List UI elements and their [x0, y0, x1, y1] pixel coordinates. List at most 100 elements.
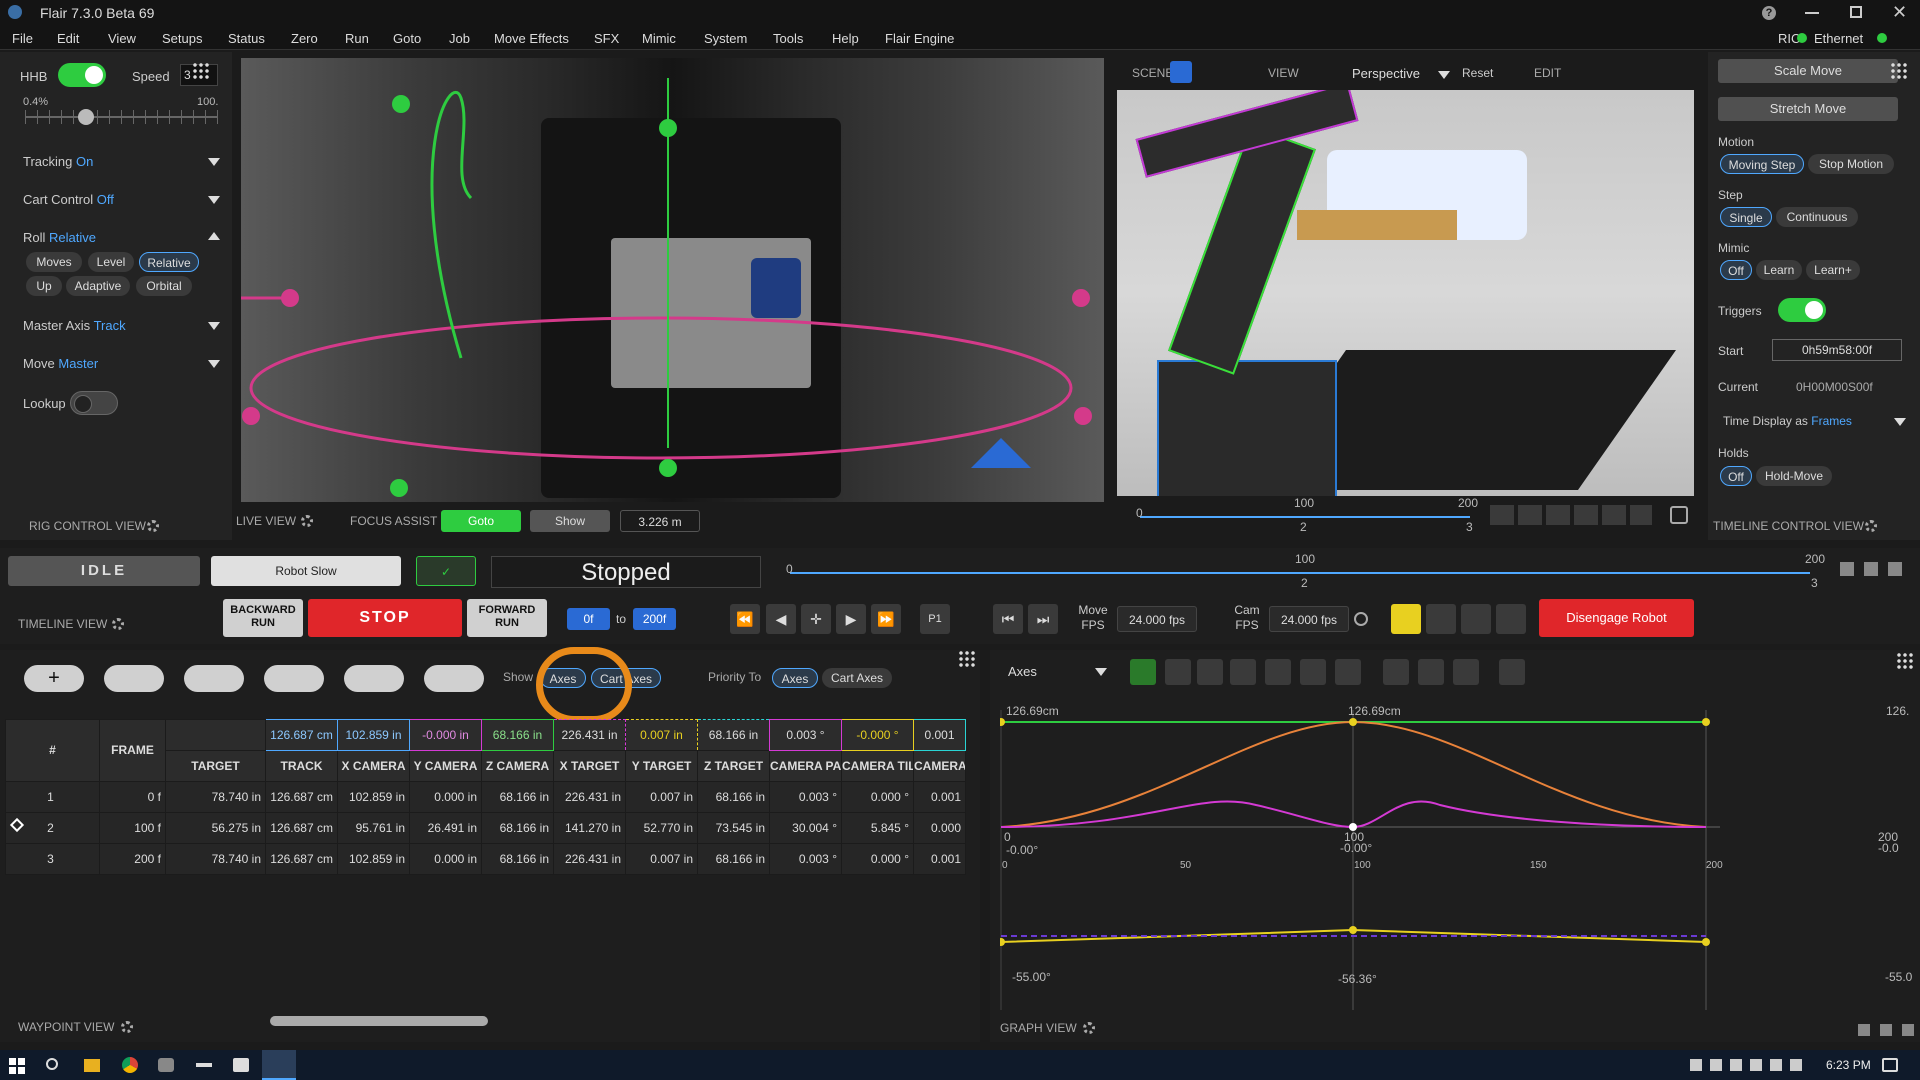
range-end-field[interactable]: 200f: [633, 608, 676, 630]
goto-button[interactable]: Goto: [441, 510, 521, 532]
stop-button[interactable]: STOP: [308, 599, 462, 637]
graph-tool-4-icon[interactable]: [1335, 659, 1361, 685]
time-display-dropdown-icon[interactable]: [1894, 418, 1906, 426]
row-cell[interactable]: 0.007 in: [625, 843, 698, 875]
rewind-icon[interactable]: ⏪: [730, 604, 760, 634]
skip-end-icon[interactable]: ⏭: [1028, 604, 1058, 634]
row-cell[interactable]: 68.166 in: [481, 843, 554, 875]
row-cell[interactable]: 0.000 in: [409, 781, 482, 813]
table-row[interactable]: 3 200 f 78.740 in 126.687 cm 102.859 in 0.000…: [5, 843, 966, 875]
save-icon[interactable]: [1496, 604, 1526, 634]
live-view-gear-icon[interactable]: [301, 515, 313, 527]
close-icon[interactable]: ✕: [1892, 2, 1907, 23]
layers-icon[interactable]: [1170, 61, 1192, 83]
menu-goto[interactable]: Goto: [393, 31, 421, 46]
menu-flair-engine[interactable]: Flair Engine: [885, 31, 954, 46]
system-tray-icons[interactable]: [1690, 1059, 1810, 1071]
backward-run-button[interactable]: BACKWARD RUN: [223, 599, 303, 637]
timeline-control-gear-icon[interactable]: [1865, 520, 1877, 532]
row-cell[interactable]: 0.000: [913, 812, 966, 844]
robot-slow-button[interactable]: Robot Slow: [211, 556, 401, 586]
menu-view[interactable]: View: [108, 31, 136, 46]
triggers-toggle[interactable]: [1778, 298, 1826, 322]
menu-edit[interactable]: Edit: [57, 31, 79, 46]
speed-grid-icon[interactable]: [192, 62, 210, 80]
flair-app-icon[interactable]: [262, 1050, 296, 1080]
row-cell[interactable]: 68.166 in: [481, 781, 554, 813]
row-cell[interactable]: 141.270 in: [553, 812, 626, 844]
table-row[interactable]: 2 100 f 56.275 in 126.687 cm 95.761 in 26.491…: [5, 812, 966, 844]
roll-option-level[interactable]: Level: [88, 252, 134, 272]
graph-axes-dropdown[interactable]: Axes: [1008, 661, 1108, 683]
x-camera-head-value[interactable]: 102.859 in: [337, 719, 410, 751]
mimic-learn-option[interactable]: Learn: [1756, 260, 1802, 280]
menu-help[interactable]: Help: [832, 31, 859, 46]
row-cell[interactable]: 0.007 in: [625, 781, 698, 813]
priority-axes-option[interactable]: Axes: [772, 668, 818, 688]
menu-move-effects[interactable]: Move Effects: [494, 31, 569, 46]
menu-file[interactable]: File: [12, 31, 33, 46]
disengage-robot-button[interactable]: Disengage Robot: [1539, 599, 1694, 637]
holds-off-option[interactable]: Off: [1720, 466, 1752, 486]
app-icon-2[interactable]: [196, 1063, 212, 1067]
move-fps-field[interactable]: 24.000 fps: [1117, 606, 1197, 632]
menu-zero[interactable]: Zero: [291, 31, 318, 46]
graph-axes-dropdown-icon[interactable]: [1095, 668, 1107, 676]
z-target-head-value[interactable]: 68.166 in: [697, 719, 770, 751]
row-cell[interactable]: 226.431 in: [553, 781, 626, 813]
roll-option-moves[interactable]: Moves: [26, 252, 82, 272]
scene-transport-icons[interactable]: [1490, 505, 1652, 525]
camera-roll-head-value[interactable]: 0.001: [913, 719, 966, 751]
camera-pan-head-value[interactable]: 0.003 °: [769, 719, 842, 751]
skip-start-icon[interactable]: ⏮: [993, 604, 1023, 634]
camera-tilt-head-value[interactable]: -0.000 °: [841, 719, 914, 751]
main-timeline[interactable]: 0 100 200 2 3: [786, 548, 1825, 593]
row-cell[interactable]: 30.004 °: [769, 812, 842, 844]
menu-tools[interactable]: Tools: [773, 31, 803, 46]
row-cell[interactable]: 126.687 cm: [265, 812, 338, 844]
roll-option-adaptive[interactable]: Adaptive: [66, 276, 130, 296]
track-head-value[interactable]: 126.687 cm: [265, 719, 338, 751]
roll-collapse-icon[interactable]: [208, 232, 220, 240]
perspective-dropdown-icon[interactable]: [1438, 71, 1450, 79]
perspective-dropdown[interactable]: Perspective: [1352, 63, 1452, 85]
master-axis-dropdown-icon[interactable]: [208, 322, 220, 330]
minimize-icon[interactable]: [1805, 12, 1819, 14]
curve-smooth-icon[interactable]: [1130, 659, 1156, 685]
z-camera-head-value[interactable]: 68.166 in: [481, 719, 554, 751]
graph-canvas[interactable]: [1000, 710, 1910, 1010]
app-icon-3[interactable]: [233, 1058, 249, 1072]
row-cell[interactable]: 52.770 in: [625, 812, 698, 844]
mimic-learn-plus-option[interactable]: Learn+: [1806, 260, 1860, 280]
graph-zoom-icons[interactable]: [1858, 1024, 1914, 1036]
row-cell[interactable]: 102.859 in: [337, 781, 410, 813]
row-cell[interactable]: 56.275 in: [165, 812, 266, 844]
row-cell[interactable]: 0.000 °: [841, 781, 914, 813]
range-start-field[interactable]: 0f: [567, 608, 610, 630]
mimic-off-option[interactable]: Off: [1720, 260, 1752, 280]
menu-status[interactable]: Status: [228, 31, 265, 46]
row-cell[interactable]: 78.740 in: [165, 781, 266, 813]
row-cell[interactable]: 68.166 in: [481, 812, 554, 844]
row-cell[interactable]: 126.687 cm: [265, 843, 338, 875]
graph-view-gear-icon[interactable]: [1083, 1022, 1095, 1034]
row-cell[interactable]: 68.166 in: [697, 781, 770, 813]
move-dropdown-icon[interactable]: [208, 360, 220, 368]
graph-tool-3-icon[interactable]: [1300, 659, 1326, 685]
center-icon[interactable]: ✛: [801, 604, 831, 634]
p1-button[interactable]: P1: [920, 604, 950, 634]
scene-record-icon[interactable]: [1670, 506, 1688, 524]
waypoint-scrollbar[interactable]: [270, 1016, 488, 1026]
row-cell[interactable]: 0.000 in: [409, 843, 482, 875]
graph-table-icon[interactable]: [1499, 659, 1525, 685]
row-cell[interactable]: 68.166 in: [697, 843, 770, 875]
curve-linear-icon[interactable]: [1197, 659, 1223, 685]
delete-waypoint-button[interactable]: [424, 665, 484, 692]
row-cell[interactable]: 102.859 in: [337, 843, 410, 875]
row-cell[interactable]: 5.845 °: [841, 812, 914, 844]
reset-button[interactable]: Reset: [1462, 66, 1493, 80]
roll-option-orbital[interactable]: Orbital: [136, 276, 192, 296]
row-cell[interactable]: 73.545 in: [697, 812, 770, 844]
fit-all-icon[interactable]: [1418, 659, 1444, 685]
tracking-dropdown-icon[interactable]: [208, 158, 220, 166]
